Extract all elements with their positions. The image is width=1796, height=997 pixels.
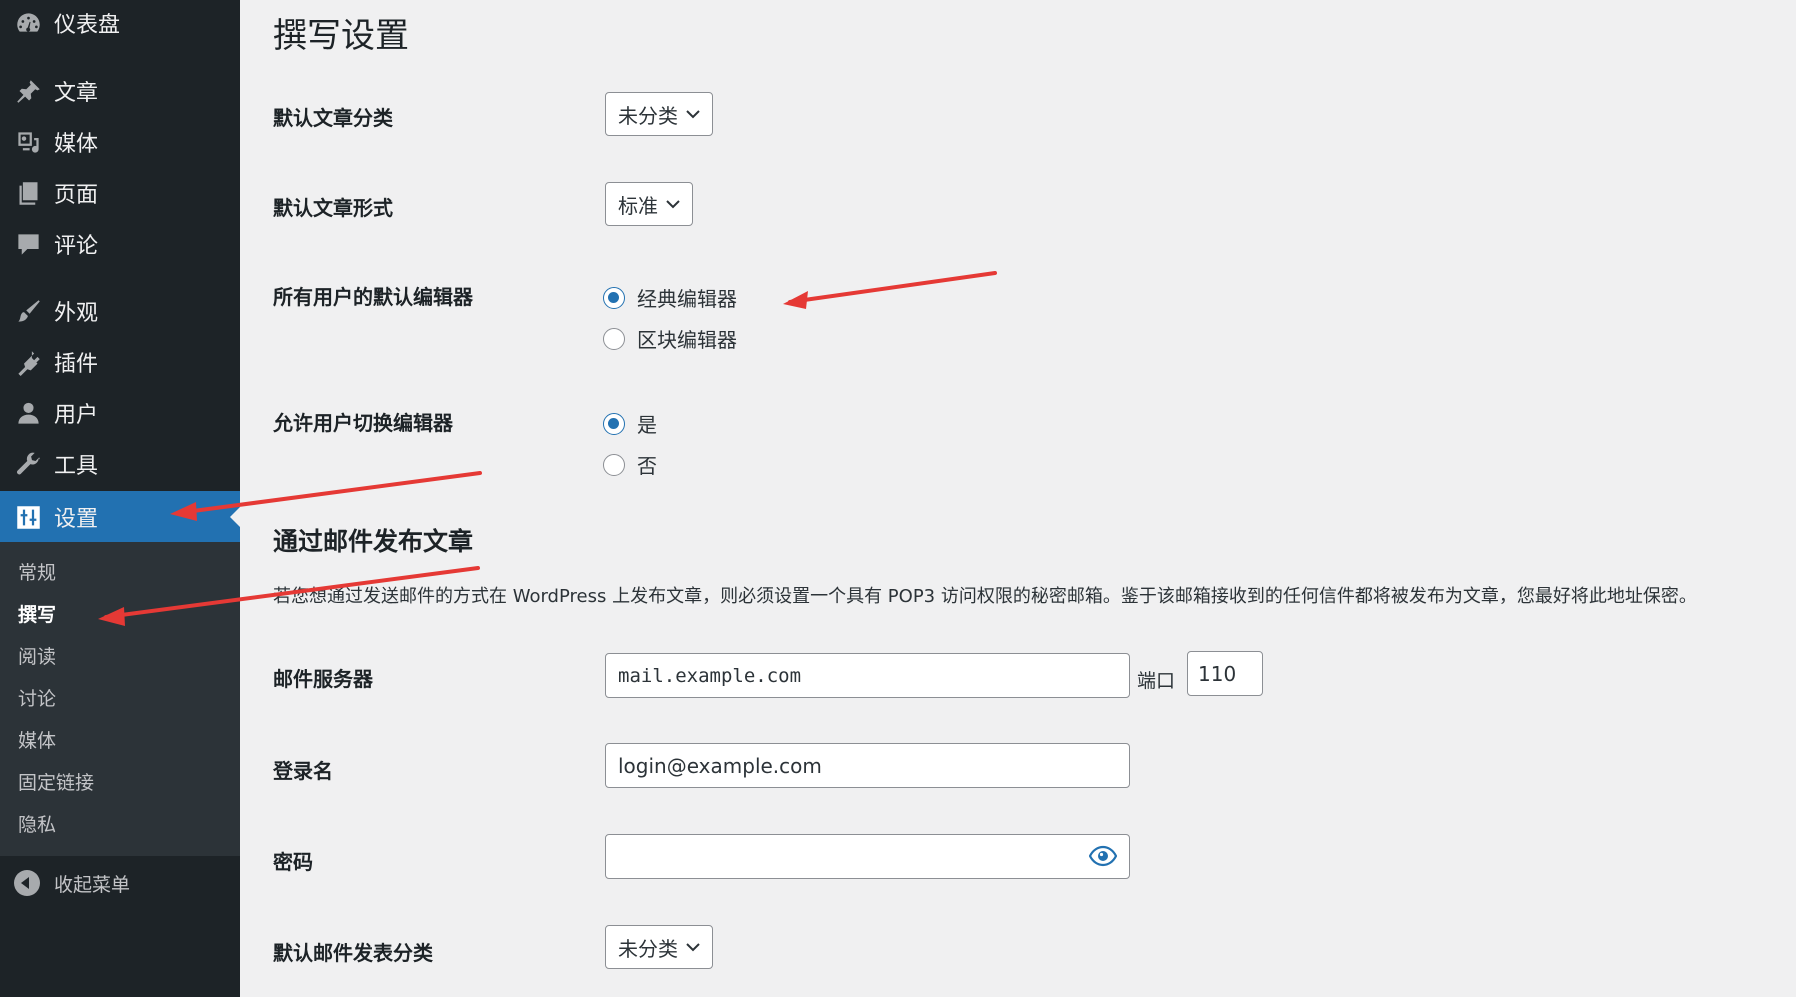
input-value: login@example.com [618, 753, 822, 778]
radio-allow-no[interactable]: 否 [603, 450, 657, 479]
select-value: 未分类 [618, 103, 678, 128]
section-description: 若您想通过发送邮件的方式在 WordPress 上发布文章，则必须设置一个具有 … [273, 586, 1697, 607]
radio-classic-editor[interactable]: 经典编辑器 [603, 283, 737, 312]
pin-icon [13, 76, 43, 106]
radio-button[interactable] [603, 286, 625, 309]
sidebar-item-label: 仪表盘 [54, 13, 121, 38]
comment-icon [13, 229, 43, 259]
sidebar-item-appearance[interactable]: 外观 [0, 286, 240, 336]
radio-label: 区块编辑器 [637, 328, 737, 352]
sidebar-item-label: 设置 [54, 507, 99, 532]
default-format-select[interactable]: 标准 [605, 182, 693, 226]
radio-block-editor[interactable]: 区块编辑器 [603, 324, 737, 353]
chevron-down-icon [686, 107, 700, 121]
allow-switch-label: 允许用户切换编辑器 [273, 411, 453, 435]
default-format-label: 默认文章形式 [273, 196, 393, 220]
admin-sidebar: 仪表盘 文章 媒体 页面 评论 外观 插件 用户 工具 设置 常规 撰写 阅读 … [0, 0, 240, 997]
password-label: 密码 [273, 850, 313, 874]
sidebar-item-tools[interactable]: 工具 [0, 439, 240, 489]
user-icon [13, 398, 43, 428]
radio-allow-yes[interactable]: 是 [603, 409, 657, 438]
plugin-icon [13, 347, 43, 377]
media-icon [13, 127, 43, 157]
select-value: 未分类 [618, 936, 678, 961]
sidebar-item-label: 页面 [54, 183, 99, 208]
sidebar-item-label: 文章 [54, 81, 99, 106]
sidebar-item-label: 评论 [54, 234, 99, 259]
mail-category-select[interactable]: 未分类 [605, 925, 713, 969]
settings-content: 撰写设置 默认文章分类 未分类 默认文章形式 标准 所有用户的默认编辑器 经典编… [273, 0, 1796, 997]
eye-icon[interactable] [1088, 845, 1118, 867]
sidebar-item-label: 用户 [54, 403, 99, 428]
input-value: mail.example.com [618, 664, 802, 687]
port-input[interactable]: 110 [1187, 651, 1263, 696]
submenu-item-media[interactable]: 媒体 [18, 726, 56, 753]
default-category-label: 默认文章分类 [273, 106, 393, 130]
login-label: 登录名 [273, 759, 333, 783]
chevron-down-icon [686, 940, 700, 954]
sidebar-item-label: 外观 [54, 301, 99, 326]
settings-icon [13, 502, 43, 532]
submenu-item-permalinks[interactable]: 固定链接 [18, 768, 94, 795]
wrench-icon [13, 449, 43, 479]
submenu-item-writing[interactable]: 撰写 [18, 600, 56, 627]
sidebar-item-comments[interactable]: 评论 [0, 219, 240, 269]
sidebar-item-posts[interactable]: 文章 [0, 66, 240, 116]
submenu-item-reading[interactable]: 阅读 [18, 642, 56, 669]
radio-label: 经典编辑器 [637, 287, 737, 311]
mail-server-input[interactable]: mail.example.com [605, 653, 1130, 698]
default-editor-label: 所有用户的默认编辑器 [273, 285, 473, 309]
radio-label: 否 [637, 454, 657, 478]
sidebar-item-dashboard[interactable]: 仪表盘 [0, 0, 240, 48]
page-title: 撰写设置 [273, 16, 409, 56]
input-value: 110 [1198, 661, 1237, 686]
sidebar-item-label: 媒体 [54, 132, 99, 157]
collapse-menu-button[interactable]: 收起菜单 [0, 862, 240, 904]
sidebar-item-label: 工具 [54, 454, 99, 479]
radio-button[interactable] [603, 412, 625, 435]
radio-button[interactable] [603, 327, 625, 350]
password-input[interactable] [605, 834, 1130, 879]
sidebar-item-media[interactable]: 媒体 [0, 117, 240, 167]
dashboard-icon [13, 8, 43, 38]
port-label: 端口 [1137, 670, 1176, 692]
sidebar-item-pages[interactable]: 页面 [0, 168, 240, 218]
submenu-item-privacy[interactable]: 隐私 [18, 810, 56, 837]
sidebar-item-label: 插件 [54, 352, 99, 377]
sidebar-item-settings[interactable]: 设置 [0, 491, 240, 543]
default-category-select[interactable]: 未分类 [605, 92, 713, 136]
collapse-icon [14, 870, 40, 896]
collapse-menu-label: 收起菜单 [54, 873, 131, 896]
radio-label: 是 [637, 413, 657, 437]
submenu-item-general[interactable]: 常规 [18, 558, 56, 585]
submenu-item-discussion[interactable]: 讨论 [18, 684, 56, 711]
radio-button[interactable] [603, 453, 625, 476]
mail-category-label: 默认邮件发表分类 [273, 941, 433, 965]
chevron-down-icon [666, 197, 680, 211]
sidebar-item-users[interactable]: 用户 [0, 388, 240, 438]
settings-submenu: 常规 撰写 阅读 讨论 媒体 固定链接 隐私 [0, 542, 240, 856]
login-input[interactable]: login@example.com [605, 743, 1130, 788]
section-title: 通过邮件发布文章 [273, 527, 474, 556]
brush-icon [13, 296, 43, 326]
select-value: 标准 [618, 193, 658, 218]
mail-server-label: 邮件服务器 [273, 667, 373, 691]
sidebar-item-plugins[interactable]: 插件 [0, 337, 240, 387]
page-icon [13, 178, 43, 208]
